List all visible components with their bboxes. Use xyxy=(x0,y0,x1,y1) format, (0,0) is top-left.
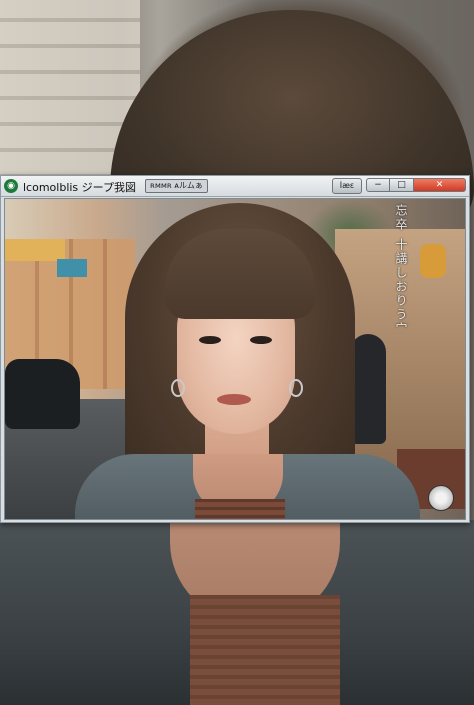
shop-sign-blue xyxy=(57,259,87,277)
title-tab-chip[interactable]: ʀᴍᴍʀ ᴀルムぁ xyxy=(145,179,208,193)
pedestrian xyxy=(350,334,386,444)
subject-eye-left xyxy=(199,336,221,344)
overlay-vertical-text: 忘卒 十講しおりう宀 xyxy=(394,204,408,336)
subject-shirt xyxy=(195,499,285,519)
earring-right xyxy=(289,379,303,397)
seal-icon xyxy=(428,485,454,511)
parked-car xyxy=(5,359,80,429)
subject-eye-right xyxy=(250,336,272,344)
earring-left xyxy=(171,379,185,397)
shop-sign xyxy=(5,239,65,261)
app-window: ◉ lcomolblis ジープ我図 ʀᴍᴍʀ ᴀルムぁ İæε − □ ✕ 忘… xyxy=(0,175,470,523)
minimize-button[interactable]: − xyxy=(366,178,390,192)
subject-bangs xyxy=(165,229,315,319)
subject-lips xyxy=(217,394,251,405)
background-shirt xyxy=(190,595,340,705)
lantern xyxy=(420,244,446,278)
close-button[interactable]: ✕ xyxy=(414,178,466,192)
photo-viewport[interactable]: 忘卒 十講しおりう宀 xyxy=(4,198,466,520)
title-bar[interactable]: ◉ lcomolblis ジープ我図 ʀᴍᴍʀ ᴀルムぁ İæε − □ ✕ xyxy=(1,176,469,197)
window-title: lcomolblis ジープ我図 xyxy=(23,181,136,194)
toolbar-button[interactable]: İæε xyxy=(332,178,362,194)
globe-icon: ◉ xyxy=(4,179,18,193)
maximize-button[interactable]: □ xyxy=(390,178,414,192)
